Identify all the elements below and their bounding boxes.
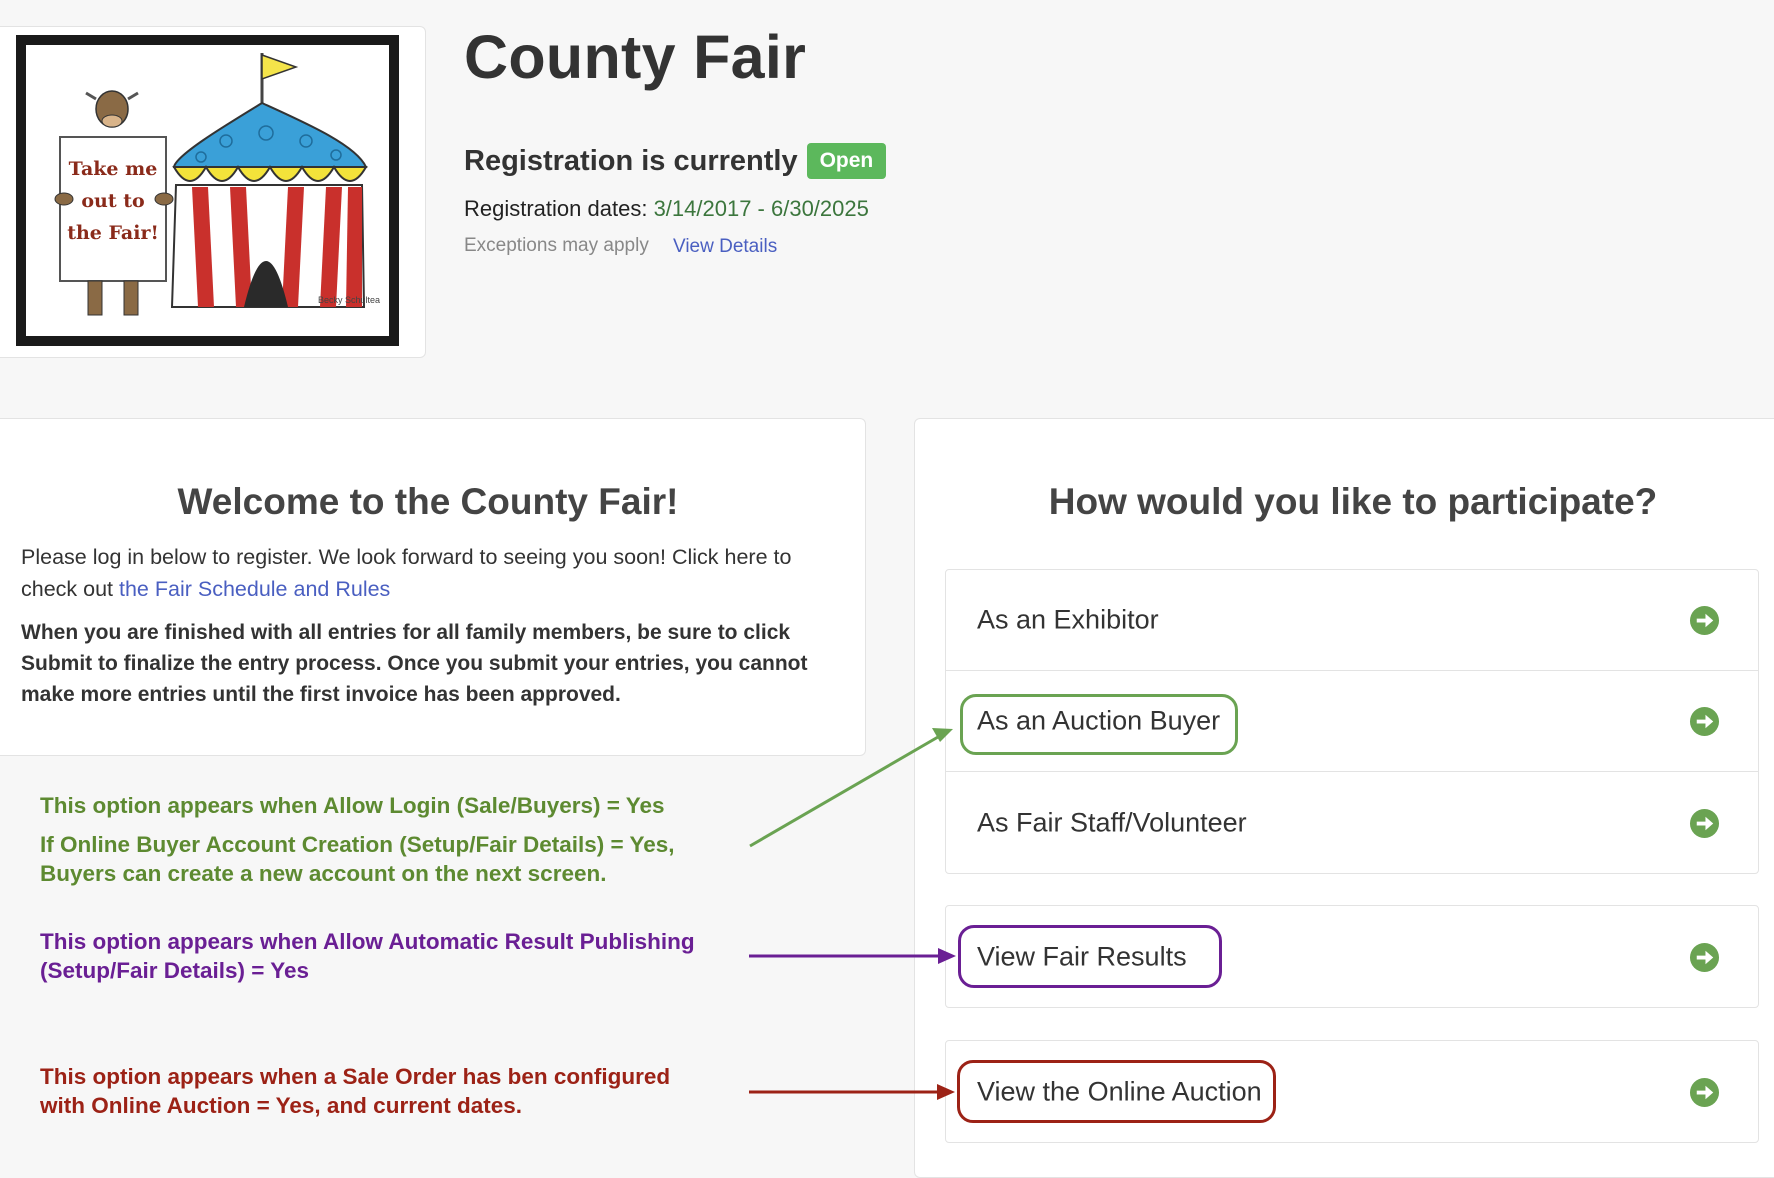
- option-fair-staff[interactable]: As Fair Staff/Volunteer: [946, 772, 1758, 873]
- option-exhibitor[interactable]: As an Exhibitor: [946, 570, 1758, 671]
- arrow-circle-right-icon: [1689, 942, 1720, 972]
- auction-annotation-line1: This option appears when a Sale Order ha…: [40, 1064, 671, 1089]
- svg-text:out to: out to: [81, 190, 144, 212]
- arrow-circle-right-icon: [1689, 605, 1720, 636]
- arrow-circle-right-icon: [1689, 706, 1720, 737]
- results-annotation-line1: This option appears when Allow Automatic…: [40, 929, 695, 954]
- view-details-link[interactable]: View Details: [673, 236, 777, 258]
- welcome-title: Welcome to the County Fair!: [177, 481, 679, 522]
- welcome-panel: Welcome to the County Fair! Please log i…: [0, 418, 866, 756]
- svg-text:Take me: Take me: [69, 158, 158, 180]
- svg-text:Becky Schultea: Becky Schultea: [318, 295, 380, 305]
- registration-dates: Registration dates: 3/14/2017 - 6/30/202…: [464, 196, 869, 222]
- status-badge: Open: [806, 143, 887, 179]
- auction-buyer-highlight: [960, 694, 1238, 755]
- auction-annotation-line2: with Online Auction = Yes, and current d…: [40, 1093, 522, 1118]
- arrow-circle-right-icon: [1689, 1077, 1720, 1107]
- fair-logo-card: Take me out to the Fair! Becky Schultea: [0, 26, 426, 358]
- results-annotation-line2: (Setup/Fair Details) = Yes: [40, 958, 310, 983]
- tent-cow-illustration: Take me out to the Fair! Becky Schultea: [26, 45, 389, 336]
- buyer-annotation-line2: If Online Buyer Account Creation (Setup/…: [40, 832, 675, 857]
- svg-text:the Fair!: the Fair!: [67, 222, 159, 244]
- registration-status-label: Registration is currently: [464, 144, 798, 177]
- registration-status-line: Registration is currently Open: [464, 143, 887, 179]
- online-auction-highlight: [957, 1060, 1276, 1123]
- exceptions-note: Exceptions may apply: [464, 235, 649, 256]
- page-title: County Fair: [464, 23, 807, 91]
- fair-logo-image: Take me out to the Fair! Becky Schultea: [16, 35, 399, 346]
- option-label: As an Exhibitor: [977, 604, 1159, 635]
- submit-instructions: When you are finished with all entries f…: [21, 621, 808, 706]
- arrow-circle-right-icon: [1689, 808, 1720, 838]
- buyer-annotation-line1: This option appears when Allow Login (Sa…: [40, 793, 665, 818]
- participate-title: How would you like to participate?: [1048, 481, 1658, 522]
- buyer-annotation-line3: Buyers can create a new account on the n…: [40, 861, 607, 886]
- fair-schedule-link[interactable]: the Fair Schedule and Rules: [119, 577, 390, 601]
- option-label: As Fair Staff/Volunteer: [977, 807, 1247, 837]
- registration-dates-value: 3/14/2017 - 6/30/2025: [653, 196, 869, 221]
- fair-results-highlight: [958, 925, 1222, 988]
- welcome-intro: Please log in below to register. We look…: [21, 541, 841, 605]
- registration-dates-label: Registration dates:: [464, 196, 648, 221]
